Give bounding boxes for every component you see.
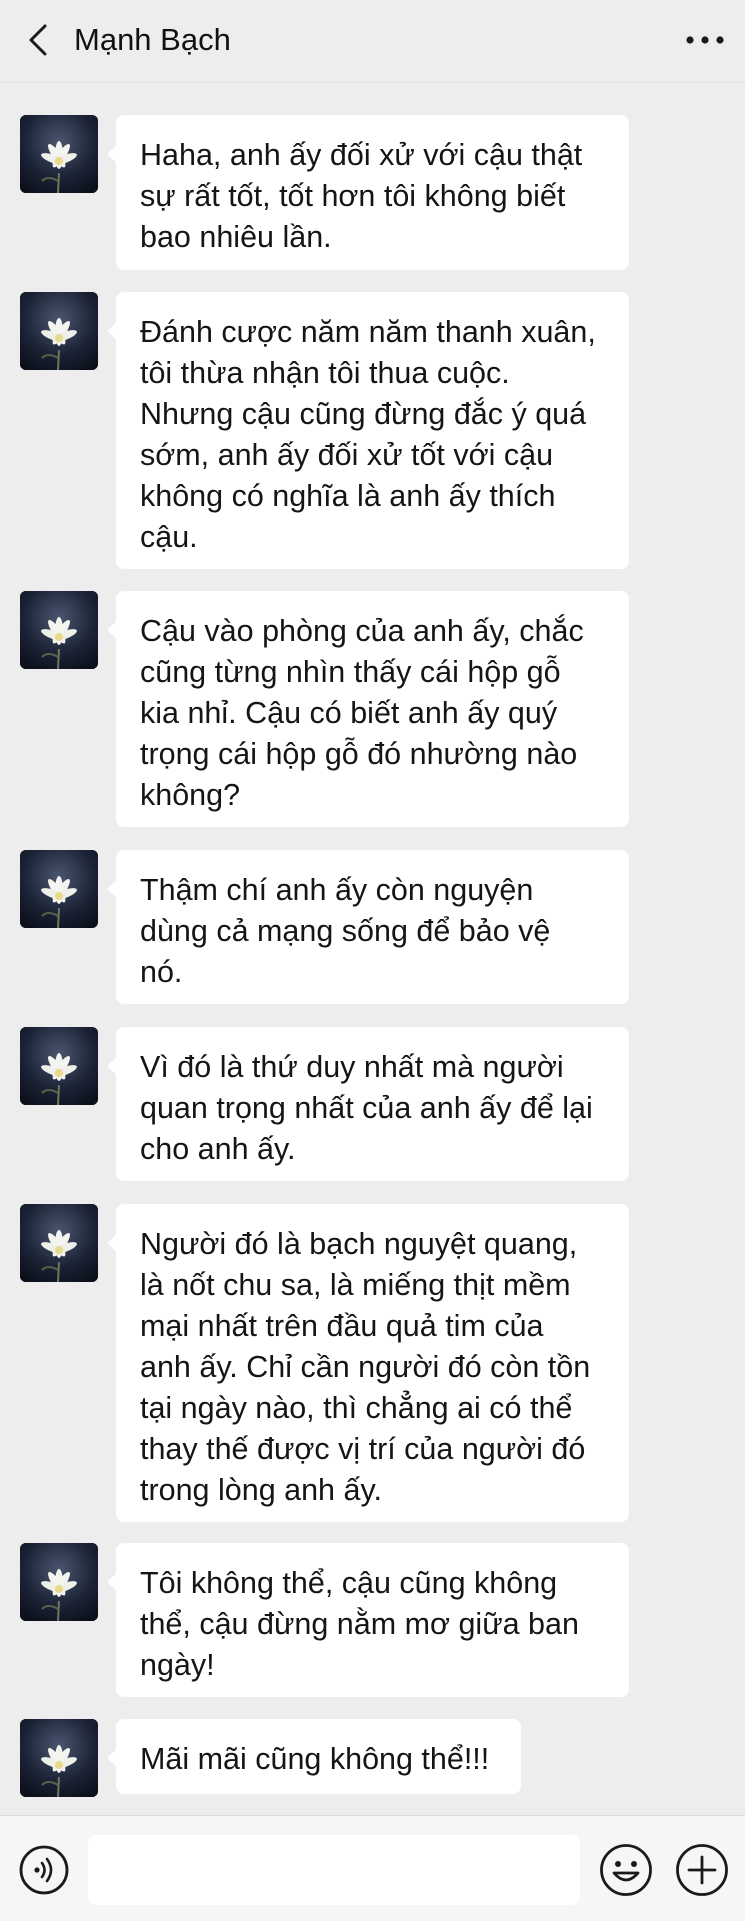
avatar[interactable] (20, 1543, 98, 1621)
message-bubble: Cậu vào phòng của anh ấy, chắc cũng từng… (107, 591, 629, 827)
lotus-avatar-image (20, 1543, 98, 1621)
avatar[interactable] (20, 1719, 98, 1797)
voice-button[interactable] (18, 1844, 70, 1896)
message-bubble: Đánh cược năm năm thanh xuân, tôi thừa n… (107, 292, 629, 569)
avatar[interactable] (20, 1204, 98, 1282)
avatar[interactable] (20, 591, 98, 669)
message-input[interactable] (88, 1835, 580, 1905)
avatar[interactable] (20, 292, 98, 370)
message-bubble: Vì đó là thứ duy nhất mà người quan trọn… (107, 1027, 629, 1181)
chat-header: Mạnh Bạch (0, 0, 745, 83)
emoji-icon (600, 1844, 652, 1896)
more-dots-icon (686, 36, 724, 44)
lotus-avatar-image (20, 850, 98, 928)
voice-icon (19, 1845, 69, 1895)
input-bar (0, 1815, 745, 1921)
lotus-avatar-image (20, 292, 98, 370)
message-bubble: Haha, anh ấy đối xử với cậu thật sự rất … (107, 115, 629, 270)
message-bubble: Người đó là bạch nguyệt quang, là nốt ch… (107, 1204, 629, 1522)
message-bubble: Tôi không thể, cậu cũng không thể, cậu đ… (107, 1543, 629, 1697)
lotus-avatar-image (20, 591, 98, 669)
more-options-button[interactable] (681, 20, 729, 60)
emoji-button[interactable] (598, 1842, 654, 1898)
plus-icon (676, 1844, 728, 1896)
avatar[interactable] (20, 1027, 98, 1105)
lotus-avatar-image (20, 1204, 98, 1282)
back-button[interactable] (18, 20, 58, 60)
more-functions-button[interactable] (674, 1842, 730, 1898)
contact-name: Mạnh Bạch (74, 22, 231, 57)
lotus-avatar-image (20, 115, 98, 193)
chevron-left-icon (29, 24, 47, 56)
message-bubble: Thậm chí anh ấy còn nguyện dùng cả mạng … (107, 850, 629, 1004)
avatar[interactable] (20, 850, 98, 928)
avatar[interactable] (20, 115, 98, 193)
message-bubble: Mãi mãi cũng không thể!!! (107, 1719, 521, 1794)
lotus-avatar-image (20, 1719, 98, 1797)
lotus-avatar-image (20, 1027, 98, 1105)
